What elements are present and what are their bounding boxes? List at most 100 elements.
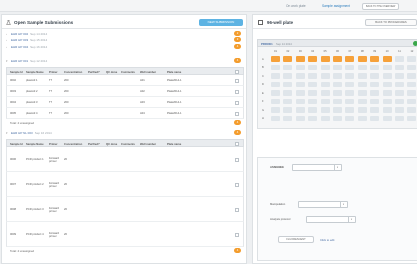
well[interactable] — [333, 90, 342, 96]
back-to-procedures-button[interactable]: BACK TO PROCEDURES — [365, 19, 417, 26]
well[interactable] — [382, 115, 392, 122]
well[interactable] — [345, 56, 355, 62]
well[interactable] — [320, 98, 330, 105]
assignee-select[interactable]: ▾ — [292, 164, 342, 171]
well[interactable] — [395, 81, 404, 88]
table-row[interactable]: 0003 plasmid 2 T7 200 A02 Plate2014-1 — [6, 86, 244, 97]
table-row[interactable]: 0007 PCR product 2 Forward primer 20 — [6, 172, 244, 197]
well[interactable] — [295, 56, 305, 62]
fluorescent-button[interactable]: FLUORESCENT — [278, 236, 314, 243]
column-header[interactable]: Comments — [121, 143, 135, 146]
column-header[interactable]: Purified? — [88, 143, 100, 146]
column-header[interactable]: Sample Id — [10, 71, 23, 74]
row-checkbox[interactable] — [235, 182, 239, 187]
well[interactable] — [357, 107, 367, 113]
well[interactable] — [382, 98, 392, 105]
well[interactable] — [333, 107, 342, 113]
well[interactable] — [271, 115, 280, 122]
column-header[interactable]: Plate name — [167, 143, 181, 146]
column-header[interactable]: Primer — [49, 143, 58, 146]
column-header[interactable]: QC done — [106, 71, 117, 74]
well[interactable] — [395, 56, 404, 62]
well[interactable] — [283, 56, 293, 62]
well[interactable] — [320, 81, 330, 88]
well[interactable] — [395, 73, 404, 79]
well[interactable] — [308, 56, 318, 62]
well[interactable] — [370, 56, 380, 62]
well[interactable] — [320, 64, 330, 71]
well[interactable] — [370, 115, 380, 122]
well[interactable] — [271, 73, 280, 79]
well[interactable] — [345, 81, 355, 88]
well[interactable] — [357, 56, 367, 62]
back-to-overview-button[interactable]: BACK TO THE OVERVIEW — [362, 2, 400, 10]
well[interactable] — [407, 115, 417, 122]
well[interactable] — [395, 90, 404, 96]
well[interactable] — [357, 81, 367, 88]
well[interactable] — [370, 73, 380, 79]
well[interactable] — [271, 107, 280, 113]
table-row[interactable]: 0008 PCR product 3 Forward primer 20 — [6, 197, 244, 222]
well[interactable] — [283, 115, 293, 122]
well[interactable] — [382, 73, 392, 79]
column-header[interactable]: Well number — [140, 143, 156, 146]
column-header[interactable]: Sample Name — [26, 143, 44, 146]
column-header[interactable]: Sample Name — [26, 71, 44, 74]
table-row[interactable]: 0004 plasmid 3 T7 200 A03 Plate2014-1 — [6, 97, 244, 108]
well[interactable] — [308, 64, 318, 71]
well[interactable] — [333, 73, 342, 79]
well[interactable] — [345, 64, 355, 71]
well[interactable] — [407, 98, 417, 105]
table-row[interactable]: 0006 PCR product 1 Forward primer 20 — [6, 147, 244, 172]
well[interactable] — [308, 81, 318, 88]
well[interactable] — [357, 115, 367, 122]
well[interactable] — [345, 90, 355, 96]
well[interactable] — [345, 73, 355, 79]
well[interactable] — [395, 115, 404, 122]
well[interactable] — [271, 64, 280, 71]
well[interactable] — [295, 81, 305, 88]
well[interactable] — [382, 107, 392, 113]
well[interactable] — [407, 90, 417, 96]
table-row[interactable]: 0009 PCR product 4 Forward primer 20 — [6, 222, 244, 247]
well[interactable] — [345, 115, 355, 122]
well[interactable] — [382, 81, 392, 88]
row-checkbox[interactable] — [235, 157, 239, 162]
nav-link-sample-assignment[interactable]: Sample assignment — [322, 4, 350, 8]
select-all-checkbox[interactable] — [235, 70, 239, 74]
column-header[interactable]: QC done — [106, 143, 117, 146]
well[interactable] — [395, 64, 404, 71]
well[interactable] — [271, 56, 280, 62]
column-header[interactable]: Plate name — [167, 71, 181, 74]
well[interactable] — [308, 107, 318, 113]
row-checkbox[interactable] — [235, 207, 239, 212]
well[interactable] — [370, 107, 380, 113]
well[interactable] — [370, 64, 380, 71]
well[interactable] — [407, 56, 417, 62]
column-header[interactable]: Purified? — [88, 71, 100, 74]
row-checkbox[interactable] — [235, 100, 239, 105]
well[interactable] — [295, 64, 305, 71]
well[interactable] — [271, 81, 280, 88]
well[interactable] — [308, 115, 318, 122]
well[interactable] — [395, 107, 404, 113]
row-checkbox[interactable] — [235, 78, 239, 83]
well[interactable] — [407, 81, 417, 88]
well[interactable] — [395, 98, 404, 105]
well[interactable] — [382, 90, 392, 96]
well[interactable] — [345, 98, 355, 105]
well[interactable] — [283, 73, 293, 79]
well[interactable] — [295, 107, 305, 113]
well[interactable] — [308, 98, 318, 105]
well[interactable] — [320, 90, 330, 96]
well[interactable] — [271, 98, 280, 105]
well[interactable] — [283, 107, 293, 113]
well[interactable] — [271, 90, 280, 96]
well[interactable] — [333, 115, 342, 122]
well[interactable] — [407, 107, 417, 113]
well[interactable] — [407, 73, 417, 79]
well[interactable] — [295, 73, 305, 79]
well[interactable] — [357, 98, 367, 105]
well[interactable] — [283, 98, 293, 105]
well[interactable] — [345, 107, 355, 113]
